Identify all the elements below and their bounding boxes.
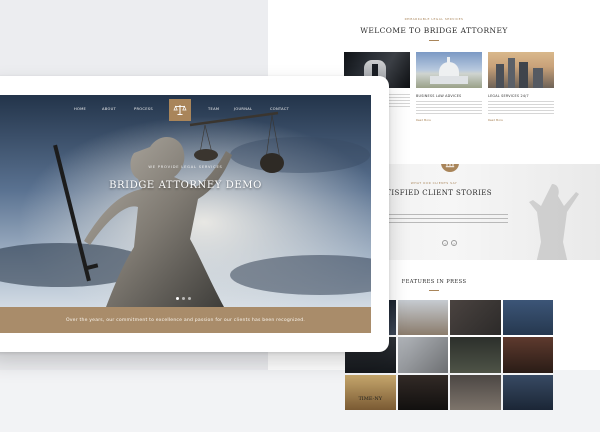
slider-dot[interactable] bbox=[176, 297, 179, 300]
press-tile[interactable] bbox=[397, 300, 448, 336]
slider-pager bbox=[176, 297, 191, 300]
service-label: BUSINESS LAW ADVICES bbox=[416, 94, 462, 98]
testimonial-quote-text bbox=[376, 214, 508, 226]
press-tile[interactable] bbox=[397, 374, 448, 410]
intro-strip: Over the years, our commitment to excell… bbox=[0, 307, 371, 333]
hero-banner: HOME ABOUT PROCESS TEAM JOURNAL CONTACT … bbox=[0, 95, 371, 307]
hero-title: BRIDGE ATTORNEY DEMO bbox=[109, 180, 262, 191]
hero-image bbox=[0, 95, 371, 307]
hero-subtitle: WE PROVIDE LEGAL SERVICES bbox=[148, 165, 223, 169]
press-tile[interactable] bbox=[502, 374, 553, 410]
slider-dot[interactable] bbox=[188, 297, 191, 300]
service-image-2 bbox=[416, 52, 482, 88]
service-label: LEGAL SERVICES 24/7 bbox=[488, 94, 529, 98]
nav-process-link[interactable]: PROCESS bbox=[134, 107, 153, 111]
service-image-3 bbox=[488, 52, 554, 88]
scales-of-justice-icon[interactable] bbox=[169, 99, 191, 121]
intro-strip-text: Over the years, our commitment to excell… bbox=[65, 317, 306, 323]
press-tile[interactable] bbox=[397, 337, 448, 373]
press-tile[interactable] bbox=[450, 300, 501, 336]
press-tile[interactable]: TIME-NY bbox=[345, 374, 396, 410]
welcome-title: WELCOME TO BRIDGE ATTORNEY bbox=[360, 26, 508, 35]
device-screen: HOME ABOUT PROCESS TEAM JOURNAL CONTACT … bbox=[0, 95, 371, 333]
nav-about-link[interactable]: ABOUT bbox=[102, 107, 116, 111]
service-text bbox=[416, 101, 482, 115]
testimonial-pager: ‹ › bbox=[442, 240, 457, 246]
title-divider bbox=[429, 40, 439, 41]
nav-team-link[interactable]: TEAM bbox=[208, 107, 219, 111]
press-tile[interactable] bbox=[450, 337, 501, 373]
read-more-link[interactable]: Read More bbox=[488, 118, 554, 122]
nav-journal-link[interactable]: JOURNAL bbox=[234, 107, 252, 111]
read-more-link[interactable]: Read More bbox=[416, 118, 482, 122]
courthouse-icon bbox=[441, 164, 459, 172]
device-frame: HOME ABOUT PROCESS TEAM JOURNAL CONTACT … bbox=[0, 76, 389, 352]
chevron-left-icon[interactable]: ‹ bbox=[442, 240, 448, 246]
press-tile[interactable] bbox=[502, 300, 553, 336]
welcome-eyebrow: REMARKABLE LEGAL SERVICES bbox=[404, 17, 464, 21]
service-card-2[interactable]: BUSINESS LAW ADVICES Read More bbox=[416, 52, 482, 122]
service-text bbox=[488, 101, 554, 115]
press-divider bbox=[429, 290, 439, 291]
chevron-right-icon[interactable]: › bbox=[451, 240, 457, 246]
nav-contact-link[interactable]: CONTACT bbox=[270, 107, 289, 111]
slider-dot[interactable] bbox=[182, 297, 185, 300]
press-tile[interactable] bbox=[450, 374, 501, 410]
service-card-3[interactable]: LEGAL SERVICES 24/7 Read More bbox=[488, 52, 554, 122]
nav-home-link[interactable]: HOME bbox=[74, 107, 86, 111]
press-tile-caption: TIME-NY bbox=[358, 395, 383, 402]
press-tile[interactable] bbox=[502, 337, 553, 373]
